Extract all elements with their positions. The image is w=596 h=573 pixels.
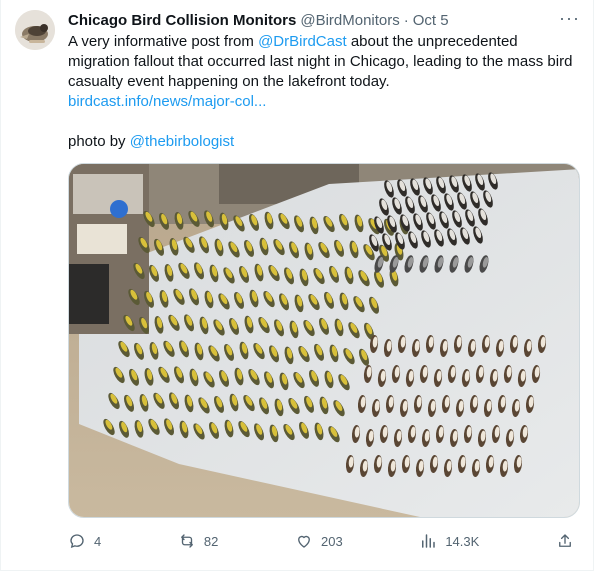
mention-thebirbologist[interactable]: @thebirbologist — [130, 133, 234, 150]
share-button[interactable] — [556, 532, 582, 550]
avatar-bird-icon — [15, 10, 55, 50]
tweet-text-part-a: A very informative post from — [68, 33, 259, 50]
retweet-icon — [180, 534, 193, 548]
views-count: 14.3K — [445, 533, 480, 549]
like-icon — [298, 535, 310, 548]
avatar[interactable] — [15, 10, 55, 50]
birds-on-table-photo — [69, 164, 579, 517]
photo-credit: photo by @thebirbologist — [68, 132, 573, 152]
reply-button[interactable]: 4 — [68, 532, 101, 550]
action-bar: 4 82 203 14.3K — [68, 530, 582, 552]
like-button[interactable]: 203 — [295, 532, 343, 550]
tweet-photo[interactable] — [68, 163, 580, 518]
reply-count: 4 — [94, 533, 102, 549]
tweet-text: A very informative post from @DrBirdCast… — [68, 32, 573, 92]
like-count: 203 — [320, 533, 343, 549]
tweet-date[interactable]: Oct 5 — [413, 12, 449, 29]
reply-icon — [70, 534, 84, 549]
article-link[interactable]: birdcast.info/news/major-col... — [68, 93, 266, 110]
photo-credit-prefix: photo by — [68, 133, 130, 150]
retweet-button[interactable]: 82 — [178, 532, 218, 550]
views-button[interactable]: 14.3K — [419, 532, 479, 550]
share-icon — [559, 534, 571, 547]
tweet-body: A very informative post from @DrBirdCast… — [68, 32, 573, 152]
mention-drbirdcast[interactable]: @DrBirdCast — [258, 33, 347, 50]
author-handle[interactable]: @BirdMonitors — [300, 12, 399, 29]
retweet-count: 82 — [203, 533, 219, 549]
separator-dot: · — [403, 11, 409, 29]
views-icon — [422, 534, 436, 548]
tweet-card[interactable]: Chicago Bird Collision Monitors @BirdMon… — [0, 0, 594, 571]
author-name[interactable]: Chicago Bird Collision Monitors — [68, 12, 296, 29]
more-icon[interactable]: ··· — [559, 9, 579, 29]
tweet-header: Chicago Bird Collision Monitors @BirdMon… — [68, 9, 579, 30]
